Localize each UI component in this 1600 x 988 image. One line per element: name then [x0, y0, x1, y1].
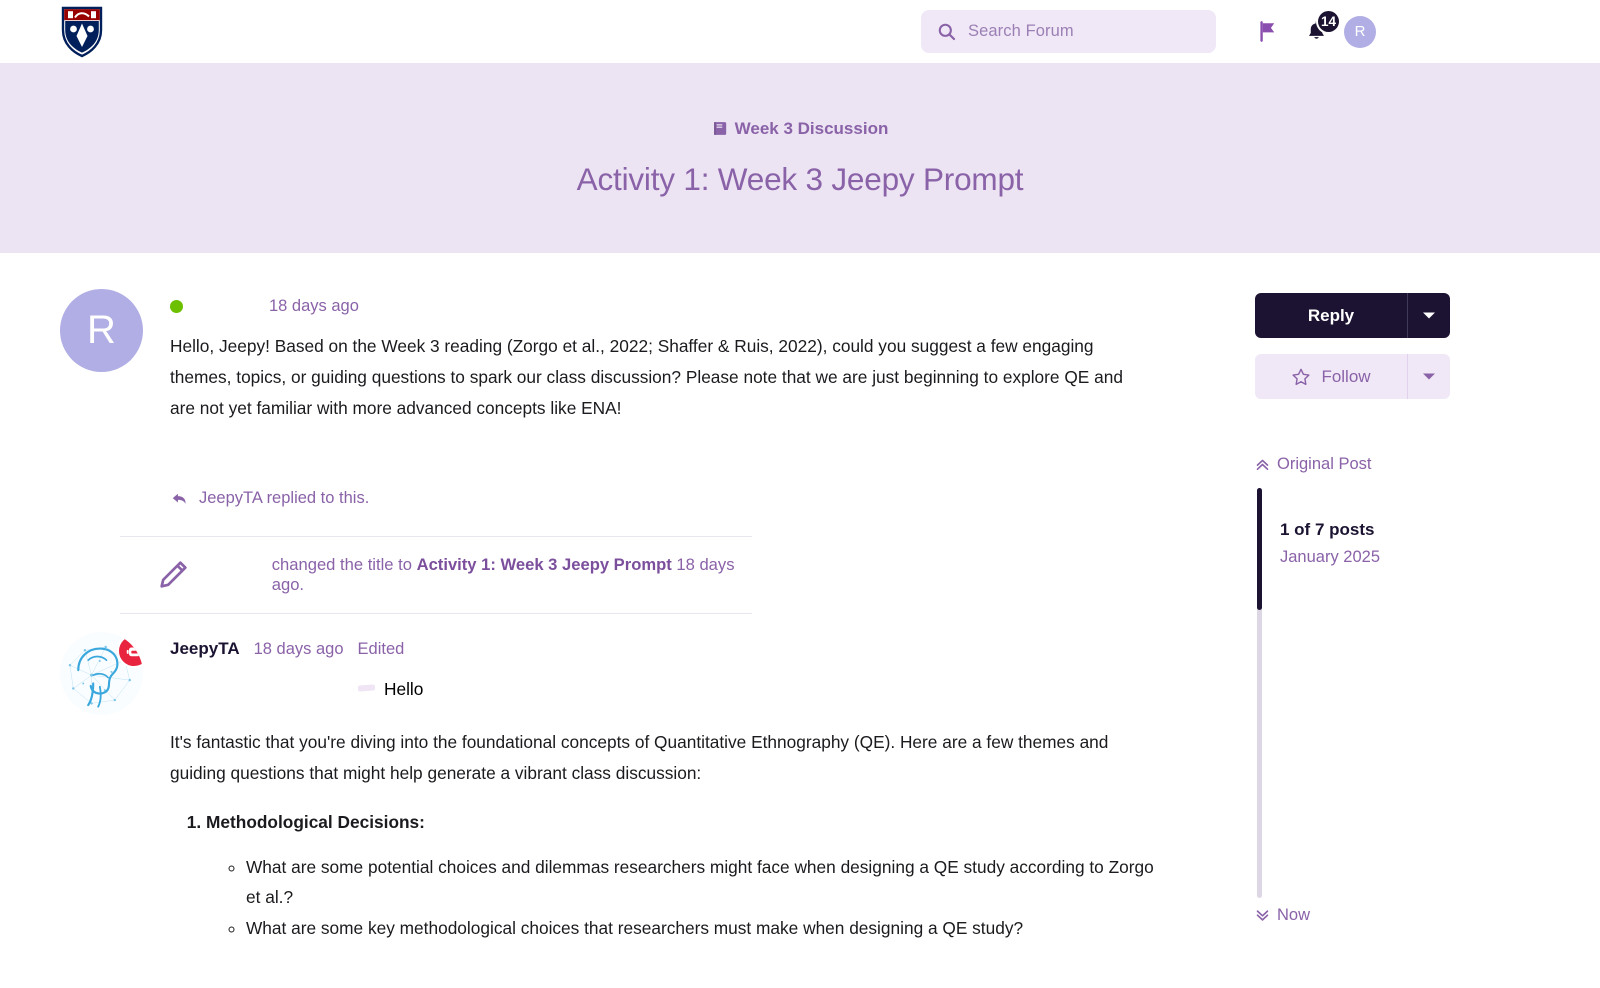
jump-to-now-label: Now [1277, 906, 1311, 924]
page-content: R 18 days ago Hello, Jeepy! Based on the… [0, 253, 1600, 944]
chevron-down-icon [1423, 373, 1435, 380]
chevron-down-icon [1423, 312, 1435, 319]
follow-button[interactable]: Follow [1255, 354, 1407, 399]
page-title: Activity 1: Week 3 Jeepy Prompt [576, 160, 1024, 197]
timeline-progress [1257, 488, 1262, 610]
list-item: What are some potential choices and dile… [246, 852, 1160, 914]
search-input[interactable]: Search Forum [921, 10, 1216, 53]
post-original: R 18 days ago Hello, Jeepy! Based on the… [60, 271, 1160, 536]
reply-button-group: Reply [1255, 293, 1600, 338]
title-change-new-title: Activity 1: Week 3 Jeepy Prompt [416, 555, 672, 575]
ai-greeting-line: Hello [357, 674, 1160, 705]
title-change-entry: changed the title to Activity 1: Week 3 … [120, 537, 752, 613]
search-icon [938, 23, 956, 41]
chevrons-up-icon [1256, 459, 1269, 470]
ai-intro-text: It's fantastic that you're diving into t… [170, 732, 1109, 783]
author-name[interactable]: JeepyTA [170, 639, 240, 659]
ai-post-timestamp[interactable]: 18 days ago [254, 640, 344, 659]
pencil-icon [160, 561, 187, 589]
reply-arrow-icon [172, 494, 186, 505]
breadcrumb-category-label: Week 3 Discussion [734, 118, 889, 138]
header-actions: Search Forum 14 R [921, 0, 1600, 63]
jump-to-original-post-label: Original Post [1277, 455, 1372, 473]
search-placeholder: Search Forum [968, 22, 1074, 40]
book-icon [713, 122, 726, 135]
brain-network-avatar[interactable] [60, 632, 143, 716]
edited-badge[interactable]: Edited [358, 640, 405, 659]
jump-to-original-post-link[interactable]: Original Post [1255, 455, 1600, 474]
ai-avatar-column [60, 632, 170, 944]
ai-greeting: Hello [384, 679, 424, 700]
star-icon [1292, 368, 1310, 385]
post-position-label: 1 of 7 posts [1280, 520, 1375, 539]
list-item: Methodological Decisions: What are some … [206, 807, 1160, 944]
replied-notice-label: JeepyTA replied to this. [199, 489, 370, 508]
title-change-prefix: changed the title to [271, 555, 412, 575]
flag-button[interactable] [1248, 12, 1288, 52]
post-timestamp[interactable]: 18 days ago [269, 297, 359, 316]
timeline-info: 1 of 7 posts January 2025 [1280, 488, 1380, 898]
app-header: Search Forum 14 R [0, 0, 1600, 63]
ai-themes-list: Methodological Decisions: What are some … [170, 807, 1160, 944]
list-item: What are some key methodological choices… [246, 913, 1160, 944]
flag-icon [1260, 21, 1275, 42]
pencil-icon-wrapper [120, 558, 226, 592]
reply-dropdown-button[interactable] [1407, 293, 1450, 338]
post-actions-sidebar: Reply Follow Original Post 1 of 7 posts … [1160, 253, 1600, 944]
ai-post-body-column: JeepyTA 18 days ago Edited Hello It's fa… [170, 632, 1160, 944]
ai-post-meta: JeepyTA 18 days ago Edited [170, 632, 1160, 666]
post-avatar-column: R [60, 289, 170, 536]
topic-banner: Week 3 Discussion Activity 1: Week 3 Jee… [0, 63, 1600, 253]
avatar[interactable]: R [60, 289, 143, 372]
post-text: Hello, Jeepy! Based on the Week 3 readin… [170, 336, 1123, 418]
timeline-rail[interactable] [1257, 488, 1262, 898]
notifications-button[interactable]: 14 [1296, 8, 1341, 52]
theme-heading: Methodological Decisions: [206, 811, 425, 832]
highlight-smudge [357, 684, 376, 692]
posts-column: R 18 days ago Hello, Jeepy! Based on the… [0, 253, 1160, 944]
notification-badge: 14 [1315, 8, 1341, 34]
chevrons-down-icon [1256, 910, 1269, 921]
online-status-indicator [170, 299, 183, 313]
post-body-column: 18 days ago Hello, Jeepy! Based on the W… [170, 289, 1160, 536]
replied-notice[interactable]: JeepyTA replied to this. [170, 489, 1160, 508]
reply-button[interactable]: Reply [1255, 293, 1407, 338]
post-meta: 18 days ago [170, 289, 1160, 323]
post-jeepyta: JeepyTA 18 days ago Edited Hello It's fa… [60, 614, 1160, 944]
jump-to-now-link[interactable]: Now [1255, 906, 1600, 925]
follow-button-label: Follow [1321, 366, 1371, 386]
breadcrumb-category[interactable]: Week 3 Discussion [712, 118, 889, 139]
follow-button-group: Follow [1255, 354, 1600, 399]
follow-dropdown-button[interactable] [1407, 354, 1450, 399]
upenn-shield-logo[interactable] [60, 6, 104, 58]
user-avatar[interactable]: R [1344, 15, 1376, 48]
theme-questions: What are some potential choices and dile… [206, 852, 1160, 944]
post-date-label: January 2025 [1280, 548, 1380, 566]
post-timeline[interactable]: 1 of 7 posts January 2025 [1255, 488, 1600, 898]
title-change-text: changed the title to Activity 1: Week 3 … [272, 555, 752, 595]
